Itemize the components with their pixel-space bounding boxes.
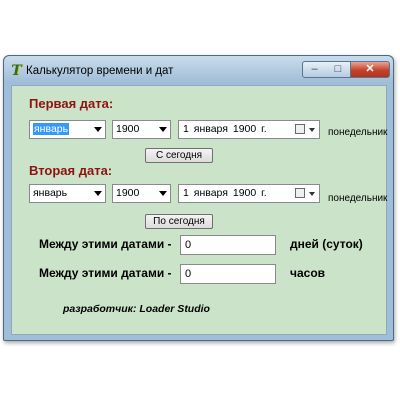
to-today-button[interactable]: По сегодня	[145, 214, 213, 229]
minimize-button[interactable]: –	[302, 61, 327, 78]
second-year-select[interactable]: 1900	[112, 184, 171, 203]
chevron-down-icon	[94, 191, 102, 196]
first-date-picker[interactable]: 1 января 1900 г.	[178, 120, 320, 139]
window-title: Калькулятор времени и дат	[26, 65, 174, 77]
chevron-down-icon	[94, 127, 102, 132]
chevron-down-icon[interactable]	[309, 128, 315, 132]
first-date-value: 1 января 1900 г.	[183, 123, 267, 135]
second-year-value: 1900	[116, 187, 140, 199]
second-month-select[interactable]: январь	[29, 184, 106, 203]
title-bar[interactable]: T Калькулятор времени и дат – □ ✕	[4, 56, 393, 84]
days-unit: дней (суток)	[290, 237, 363, 251]
first-weekday: понедельник	[328, 127, 388, 138]
hours-unit: часов	[290, 266, 326, 280]
close-button[interactable]: ✕	[350, 61, 390, 78]
from-today-button[interactable]: С сегодня	[145, 148, 213, 163]
developer-credit: разработчик: Loader Studio	[63, 303, 210, 315]
calendar-icon[interactable]	[295, 188, 305, 198]
days-label: Между этими датами -	[39, 237, 172, 251]
first-date-label: Первая дата:	[29, 96, 114, 111]
chevron-down-icon	[159, 127, 167, 132]
calendar-icon[interactable]	[295, 124, 305, 134]
days-field[interactable]: 0	[180, 235, 276, 255]
first-month-select[interactable]: январь	[29, 120, 106, 139]
chevron-down-icon[interactable]	[309, 192, 315, 196]
app-icon: T	[11, 63, 22, 79]
chevron-down-icon	[159, 191, 167, 196]
hours-label: Между этими датами -	[39, 266, 172, 280]
second-date-label: Вторая дата:	[29, 163, 113, 178]
client-area: Первая дата: январь 1900 1 января 1900 г…	[11, 85, 387, 335]
second-date-picker[interactable]: 1 января 1900 г.	[178, 184, 320, 203]
first-year-value: 1900	[116, 123, 140, 135]
second-date-value: 1 января 1900 г.	[183, 187, 267, 199]
app-window: T Калькулятор времени и дат – □ ✕ Первая…	[3, 55, 394, 341]
second-month-value: январь	[33, 187, 68, 199]
maximize-button[interactable]: □	[326, 61, 351, 78]
first-month-value: январь	[33, 123, 70, 135]
hours-field[interactable]: 0	[180, 264, 276, 284]
second-weekday: понедельник	[328, 193, 388, 204]
first-year-select[interactable]: 1900	[112, 120, 171, 139]
